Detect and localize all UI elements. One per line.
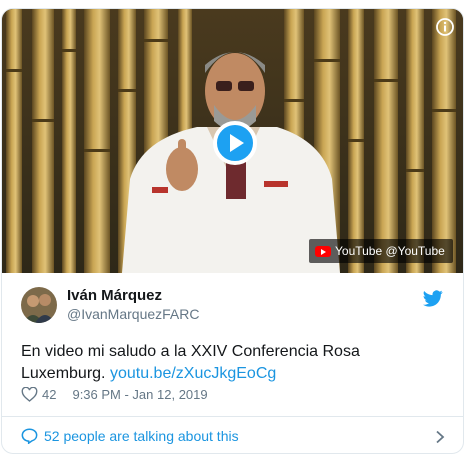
timestamp[interactable]: 9:36 PM - Jan 12, 2019 <box>72 387 207 402</box>
video-thumbnail[interactable]: YouTube @YouTube <box>2 9 463 273</box>
play-icon[interactable] <box>213 121 257 165</box>
tweet-link[interactable]: youtu.be/zXucJkgEoCg <box>110 365 276 382</box>
like-count[interactable]: 42 <box>42 387 56 402</box>
youtube-label: YouTube @YouTube <box>335 244 445 258</box>
author-names[interactable]: Iván Márquez @IvanMarquezFARC <box>67 286 199 323</box>
tweet-meta: 42 9:36 PM - Jan 12, 2019 <box>21 387 208 402</box>
avatar[interactable] <box>21 286 57 323</box>
author-handle[interactable]: @IvanMarquezFARC <box>67 305 199 323</box>
speech-bubble-icon <box>21 428 38 444</box>
talking-label: 52 people are talking about this <box>44 428 239 444</box>
twitter-bird-icon[interactable] <box>423 290 443 307</box>
author: Iván Márquez @IvanMarquezFARC <box>21 286 199 323</box>
avatar-image <box>21 286 57 323</box>
heart-icon[interactable] <box>21 387 38 402</box>
tweet-card: YouTube @YouTube Iván Márquez @IvanMarqu… <box>1 8 464 454</box>
display-name[interactable]: Iván Márquez <box>67 286 199 305</box>
conversation-link[interactable]: 52 people are talking about this <box>2 417 463 453</box>
info-icon[interactable] <box>435 17 455 37</box>
youtube-attribution[interactable]: YouTube @YouTube <box>309 239 453 263</box>
youtube-icon <box>315 245 331 257</box>
chevron-right-icon <box>436 430 445 444</box>
tweet-text: En video mi saludo a la XXIV Conferencia… <box>21 341 441 385</box>
